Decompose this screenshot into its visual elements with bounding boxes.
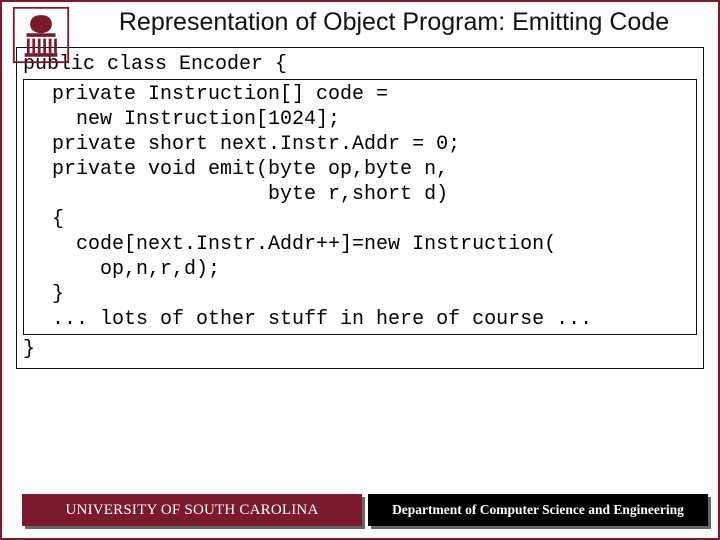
footer-university: UNIVERSITY OF SOUTH CAROLINA: [22, 494, 362, 526]
code-line: ... lots of other stuff in here of cours…: [28, 307, 692, 332]
slide-header: Representation of Object Program: Emitti…: [2, 2, 718, 41]
code-outer-box: public class Encoder { private Instructi…: [16, 47, 704, 369]
code-line: op,n,r,d);: [28, 257, 692, 282]
code-class-open: public class Encoder {: [23, 52, 697, 77]
university-logo-icon: [12, 6, 70, 64]
code-line: private void emit(byte op,byte n,: [28, 157, 692, 182]
code-line: code[next.Instr.Addr++]=new Instruction(: [28, 232, 692, 257]
code-class-close: }: [23, 337, 697, 362]
code-line: byte r,short d): [28, 182, 692, 207]
code-line: }: [28, 282, 692, 307]
slide: Representation of Object Program: Emitti…: [0, 0, 720, 540]
code-line: {: [28, 207, 692, 232]
slide-title: Representation of Object Program: Emitti…: [80, 8, 708, 37]
code-line: new Instruction[1024];: [28, 107, 692, 132]
code-line: private Instruction[] code =: [28, 82, 692, 107]
code-inner-box: private Instruction[] code = new Instruc…: [23, 79, 697, 335]
slide-body: public class Encoder { private Instructi…: [2, 41, 718, 369]
footer-department: Department of Computer Science and Engin…: [368, 494, 708, 526]
code-line: private short next.Instr.Addr = 0;: [28, 132, 692, 157]
slide-footer: UNIVERSITY OF SOUTH CAROLINA Department …: [22, 494, 708, 526]
